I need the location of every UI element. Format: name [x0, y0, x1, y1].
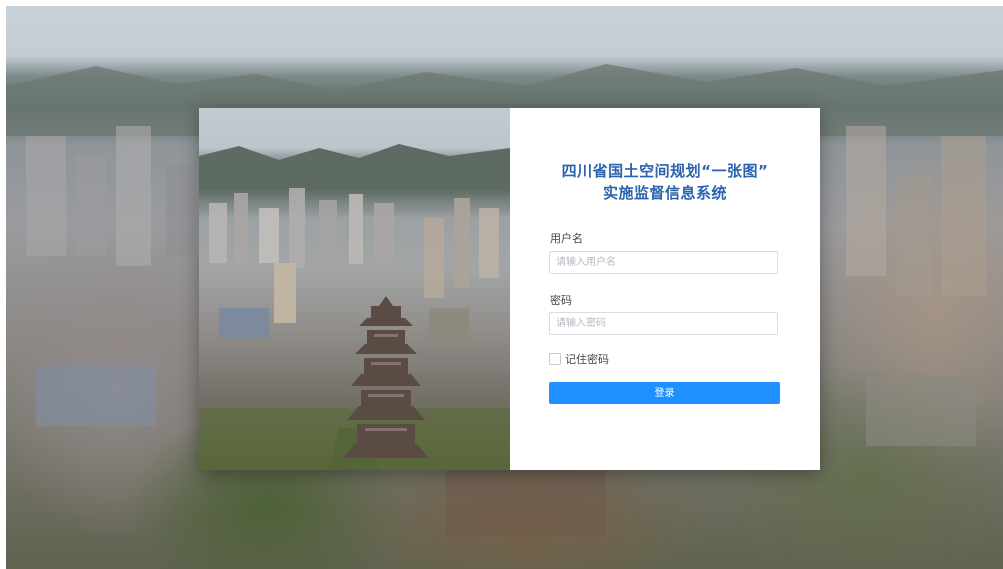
remember-password-option[interactable]: 记住密码 [549, 351, 609, 367]
system-title-line2: 实施监督信息系统 [602, 184, 727, 202]
login-form: 四川省国土空间规划“一张图” 实施监督信息系统 用户名 密码 记住密码 登录 [510, 108, 820, 470]
username-input[interactable] [549, 251, 778, 274]
system-title: 四川省国土空间规划“一张图” 实施监督信息系统 [510, 160, 820, 204]
remember-checkbox[interactable] [549, 353, 561, 365]
login-card: 四川省国土空间规划“一张图” 实施监督信息系统 用户名 密码 记住密码 登录 [199, 108, 820, 470]
pagoda-city-illustration [199, 144, 510, 470]
city-pagoda-photo [199, 108, 510, 470]
password-input[interactable] [549, 312, 778, 335]
username-label: 用户名 [550, 232, 583, 245]
login-page: 四川省国土空间规划“一张图” 实施监督信息系统 用户名 密码 记住密码 登录 [0, 0, 1003, 569]
system-title-line1: 四川省国土空间规划“一张图” [561, 162, 769, 180]
remember-label: 记住密码 [565, 353, 609, 366]
password-label: 密码 [550, 294, 572, 307]
login-button[interactable]: 登录 [549, 382, 780, 404]
